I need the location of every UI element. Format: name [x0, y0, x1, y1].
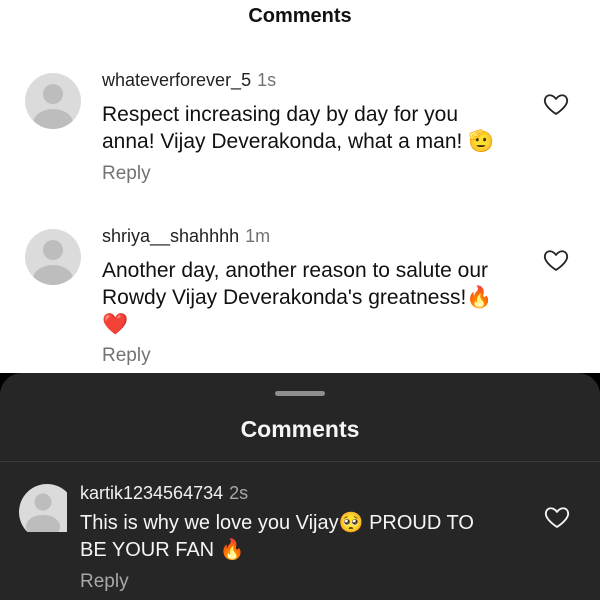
comment-time: 2s: [229, 483, 249, 503]
comment-username[interactable]: kartik1234564734 2s: [80, 483, 248, 504]
heart-icon[interactable]: [542, 246, 570, 274]
heart-icon[interactable]: [543, 503, 571, 531]
drag-handle[interactable]: [275, 391, 325, 396]
default-avatar-icon: [25, 229, 81, 285]
default-avatar-icon: [25, 73, 81, 129]
divider: [0, 461, 600, 462]
light-comments-panel: Comments whateverforever_5 1s Respect inc…: [0, 0, 600, 373]
reply-button[interactable]: Reply: [80, 571, 129, 593]
reply-button[interactable]: Reply: [102, 163, 151, 185]
comment-username[interactable]: shriya__shahhhh 1m: [102, 226, 270, 247]
dark-comments-panel: Comments kartik1234564734 2s This is why …: [0, 373, 600, 600]
avatar[interactable]: [19, 484, 75, 540]
reply-button[interactable]: Reply: [102, 345, 151, 367]
avatar[interactable]: [25, 73, 81, 129]
comment-text: This is why we love you Vijay🥺 PROUD TO …: [80, 512, 474, 561]
comment-time: 1s: [257, 70, 277, 90]
panel-title: Comments: [248, 5, 352, 27]
comment-username[interactable]: whateverforever_5 1s: [102, 70, 276, 91]
comment-text: Respect increasing day by day for you an…: [102, 103, 495, 153]
heart-icon[interactable]: [542, 90, 570, 118]
comment-text: Another day, another reason to salute ou…: [102, 259, 493, 336]
default-avatar-icon: [19, 484, 67, 532]
comments-sheet: Comments kartik1234564734 2s This is why …: [0, 373, 600, 600]
avatar[interactable]: [25, 229, 81, 285]
panel-title: Comments: [240, 416, 360, 442]
comment-time: 1m: [245, 226, 271, 246]
